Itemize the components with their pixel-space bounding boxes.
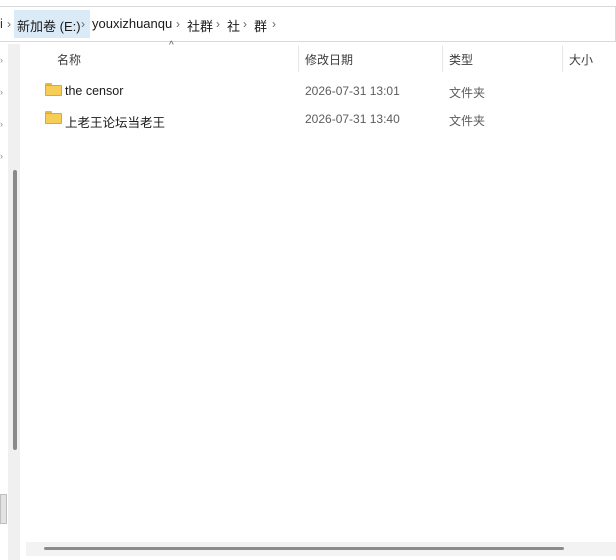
nav-scrollbar-thumb[interactable] <box>13 170 17 450</box>
file-name: 上老王论坛当老王 <box>65 116 166 130</box>
column-header-name[interactable]: 名称 <box>57 51 81 68</box>
file-list[interactable]: ^ 名称 修改日期 类型 大小 the censor 2026-07-31 13… <box>26 40 616 544</box>
breadcrumb-she[interactable]: 社 <box>227 16 240 35</box>
list-item[interactable]: the censor 2026-07-31 13:01 文件夹 <box>26 79 616 103</box>
horizontal-scrollbar-thumb[interactable] <box>44 547 564 550</box>
column-header-row: 名称 修改日期 类型 大小 <box>26 44 616 76</box>
folder-icon <box>45 83 62 97</box>
file-type: 文件夹 <box>449 114 486 128</box>
file-type: 文件夹 <box>449 86 486 100</box>
breadcrumb-separator[interactable]: › <box>81 17 85 31</box>
breadcrumb-drive[interactable]: 新加卷 (E:) <box>17 16 81 35</box>
folder-icon <box>45 111 62 125</box>
breadcrumb-youxizhuanqu[interactable]: youxizhuanqu <box>92 16 172 31</box>
column-header-modified[interactable]: 修改日期 <box>305 51 353 68</box>
breadcrumb-qun[interactable]: 群 <box>254 16 267 35</box>
breadcrumb-separator[interactable]: › <box>176 17 180 31</box>
breadcrumb-separator[interactable]: › <box>243 17 247 31</box>
breadcrumb-separator[interactable]: › <box>7 17 11 31</box>
list-item[interactable]: 上老王论坛当老王 2026-07-31 13:40 文件夹 <box>26 107 616 131</box>
chevron-right-icon[interactable]: › <box>0 120 6 129</box>
chevron-right-icon[interactable]: › <box>0 152 6 161</box>
breadcrumb-separator[interactable]: › <box>272 17 276 31</box>
breadcrumb-shequn[interactable]: 社群 <box>187 16 213 35</box>
chevron-right-icon[interactable]: › <box>0 88 6 97</box>
chevron-right-icon[interactable]: › <box>0 56 6 65</box>
file-modified: 2026-07-31 13:40 <box>305 112 400 126</box>
breadcrumb-separator[interactable]: › <box>216 17 220 31</box>
nav-selected-item[interactable] <box>0 494 7 524</box>
address-bar[interactable]: i › 新加卷 (E:) › youxizhuanqu › 社群 › 社 › 群… <box>0 6 616 42</box>
horizontal-scrollbar[interactable] <box>26 542 616 556</box>
column-header-type[interactable]: 类型 <box>449 51 473 68</box>
file-modified: 2026-07-31 13:01 <box>305 84 400 98</box>
breadcrumb-overflow[interactable]: i <box>0 16 3 31</box>
column-divider[interactable] <box>442 46 443 72</box>
column-header-size[interactable]: 大小 <box>569 51 593 68</box>
file-name: the censor <box>65 84 124 98</box>
navigation-pane[interactable]: › › › › <box>0 44 20 560</box>
column-divider[interactable] <box>562 46 563 72</box>
column-divider[interactable] <box>298 46 299 72</box>
